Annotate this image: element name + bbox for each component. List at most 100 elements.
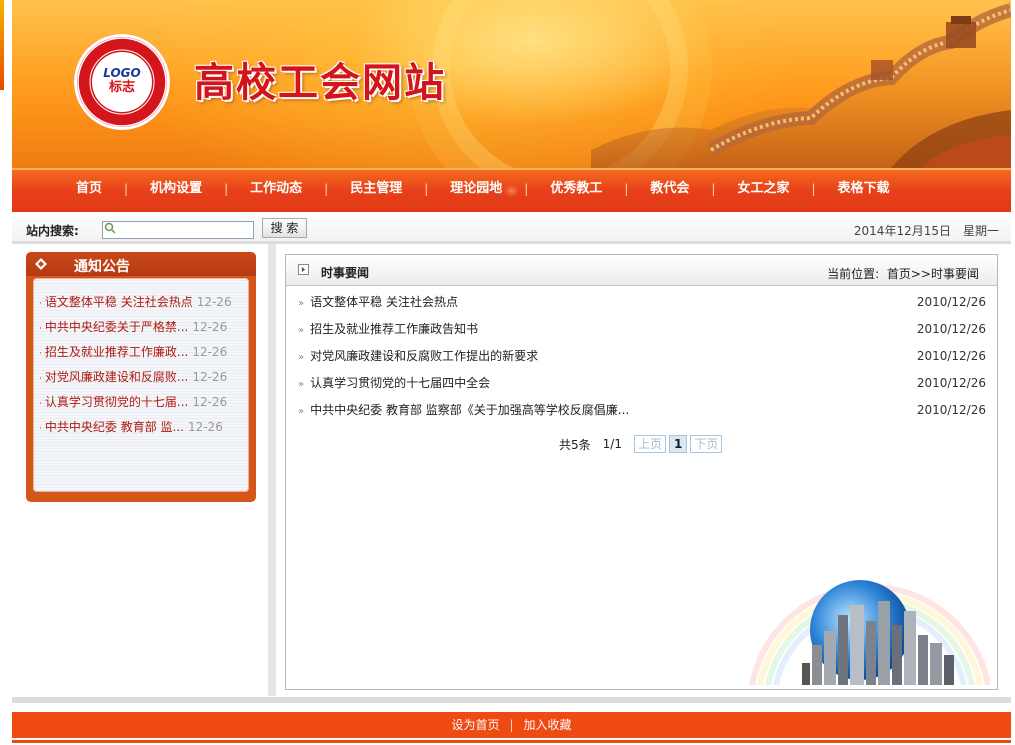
- nav-item-theory[interactable]: 理论园地: [428, 179, 524, 199]
- footer-bottom-line: [12, 740, 1011, 743]
- notice-panel: 通知公告 · 语文整体平稳 关注社会热点 12-26 · 中共中央纪委关于严格禁...…: [26, 252, 256, 502]
- bullet-icon: ·: [39, 349, 42, 359]
- search-bar: 站内搜索: 搜 索 2014年12月15日 星期一: [12, 212, 1011, 244]
- news-item: » 语文整体平稳 关注社会热点 2010/12/26: [298, 290, 986, 317]
- news-date: 2010/12/26: [916, 349, 986, 363]
- news-date: 2010/12/26: [916, 295, 986, 309]
- nav-item-women[interactable]: 女工之家: [715, 179, 811, 199]
- nav-item-organization[interactable]: 机构设置: [128, 179, 224, 199]
- news-link[interactable]: 招生及就业推荐工作廉政告知书: [310, 322, 478, 336]
- add-favorite-link[interactable]: 加入收藏: [524, 718, 572, 732]
- news-date: 2010/12/26: [916, 403, 986, 417]
- notice-date: 12-26: [196, 295, 232, 309]
- notice-link[interactable]: 中共中央纪委关于严格禁...: [45, 320, 188, 334]
- news-item: » 中共中央纪委 教育部 监察部《关于加强高等学校反腐倡廉... 2010/12/2…: [298, 398, 986, 425]
- news-date: 2010/12/26: [916, 376, 986, 390]
- notice-date: 12-26: [192, 320, 228, 334]
- breadcrumb-home-link[interactable]: 首页: [887, 267, 911, 281]
- news-item: » 招生及就业推荐工作廉政告知书 2010/12/26: [298, 317, 986, 344]
- play-icon: [298, 264, 309, 275]
- nav-item-congress[interactable]: 教代会: [628, 179, 711, 199]
- notice-title: 通知公告: [74, 259, 130, 275]
- double-chevron-icon: »: [298, 325, 305, 336]
- notice-item: · 认真学习贯彻党的十七届... 12-26: [39, 390, 232, 415]
- pager-total: 共5条: [559, 437, 591, 452]
- nav-list: 首页 | 机构设置 | 工作动态 | 民主管理 | 理论园地 | 优秀教工 | 教代会 | 女…: [54, 179, 912, 199]
- logo-center: LOGO 标志: [92, 52, 152, 112]
- double-chevron-icon: »: [298, 406, 305, 417]
- news-link[interactable]: 语文整体平稳 关注社会热点: [310, 295, 458, 309]
- breadcrumb-separator: >>: [910, 267, 931, 281]
- header-banner: LOGO 标志 高校工会网站: [12, 0, 1011, 168]
- nav-item-democracy[interactable]: 民主管理: [328, 179, 424, 199]
- news-list: » 语文整体平稳 关注社会热点 2010/12/26 » 招生及就业推荐工作廉政告知书…: [298, 290, 986, 425]
- notice-item: · 中共中央纪委 教育部 监... 12-26: [39, 415, 232, 440]
- news-panel-header: 时事要闻 当前位置: 首页>>时事要闻: [286, 255, 997, 286]
- site-logo[interactable]: LOGO 标志: [74, 34, 170, 130]
- notice-item: · 对党风廉政建设和反腐败... 12-26: [39, 365, 232, 390]
- pager-pages: 1/1: [602, 437, 622, 451]
- set-homepage-link[interactable]: 设为首页: [451, 718, 499, 732]
- bullet-icon: ·: [39, 424, 42, 434]
- news-link[interactable]: 中共中央纪委 教育部 监察部《关于加强高等学校反腐倡廉...: [310, 403, 629, 417]
- notice-header: 通知公告: [26, 252, 256, 276]
- news-panel-title: 时事要闻: [321, 266, 370, 280]
- notice-date: 12-26: [187, 420, 223, 434]
- main-nav: 首页 | 机构设置 | 工作动态 | 民主管理 | 理论园地 | 优秀教工 | 教代会 | 女…: [12, 168, 1011, 212]
- notice-date: 12-26: [192, 345, 228, 359]
- site-title: 高校工会网站: [194, 59, 446, 106]
- notice-link[interactable]: 认真学习贯彻党的十七届...: [45, 395, 188, 409]
- search-icon: [104, 222, 116, 234]
- footer-divider: [12, 697, 1011, 703]
- breadcrumb-label: 当前位置:: [827, 267, 880, 281]
- notice-date: 12-26: [192, 395, 228, 409]
- logo-text-en: LOGO: [103, 66, 141, 80]
- nav-item-work-news[interactable]: 工作动态: [228, 179, 324, 199]
- bullet-icon: ·: [39, 299, 42, 309]
- pager-next-button[interactable]: 下页: [690, 435, 723, 453]
- notice-link[interactable]: 语文整体平稳 关注社会热点: [45, 295, 193, 309]
- footer-separator: |: [509, 718, 514, 732]
- logo-text-cn: 标志: [108, 80, 135, 95]
- pager-current-page[interactable]: 1: [668, 435, 688, 453]
- pager-prev-button[interactable]: 上页: [633, 435, 666, 453]
- notice-list: · 语文整体平稳 关注社会热点 12-26 · 中共中央纪委关于严格禁... 12-26…: [39, 290, 232, 440]
- great-wall-image: [591, 0, 1011, 168]
- search-button[interactable]: 搜 索: [262, 218, 307, 238]
- nav-item-downloads[interactable]: 表格下载: [816, 179, 912, 199]
- footer-bar: 设为首页 | 加入收藏: [12, 712, 1011, 738]
- diamond-icon: [35, 258, 47, 270]
- page-wrapper: LOGO 标志 高校工会网站 首页 | 机构设置 | 工作动态 | 民主管理 | 理论园…: [12, 0, 1011, 745]
- news-date: 2010/12/26: [916, 322, 986, 336]
- nav-item-excellent-staff[interactable]: 优秀教工: [528, 179, 624, 199]
- pagination: 共5条 1/1 上页 1 下页: [559, 435, 725, 453]
- notice-body: · 语文整体平稳 关注社会热点 12-26 · 中共中央纪委关于严格禁... 12-26…: [33, 278, 249, 492]
- double-chevron-icon: »: [298, 379, 305, 390]
- current-date: 2014年12月15日 星期一: [853, 224, 999, 238]
- search-label: 站内搜索:: [26, 224, 79, 238]
- nav-item-home[interactable]: 首页: [54, 179, 124, 199]
- column-divider: [268, 244, 276, 696]
- bullet-icon: ·: [39, 374, 42, 384]
- breadcrumb-current: 时事要闻: [930, 267, 979, 281]
- notice-link[interactable]: 对党风廉政建设和反腐败...: [45, 370, 188, 384]
- bullet-icon: ·: [39, 399, 42, 409]
- breadcrumb: 当前位置: 首页>>时事要闻: [827, 265, 979, 282]
- bullet-icon: ·: [39, 324, 42, 334]
- news-panel: 时事要闻 当前位置: 首页>>时事要闻 » 语文整体平稳 关注社会热点 2010/1…: [285, 254, 998, 690]
- notice-link[interactable]: 中共中央纪委 教育部 监...: [45, 420, 184, 434]
- notice-item: · 语文整体平稳 关注社会热点 12-26: [39, 290, 232, 315]
- news-link[interactable]: 认真学习贯彻党的十七届四中全会: [310, 376, 490, 390]
- notice-item: · 中共中央纪委关于严格禁... 12-26: [39, 315, 232, 340]
- double-chevron-icon: »: [298, 352, 305, 363]
- notice-date: 12-26: [192, 370, 228, 384]
- news-item: » 对党风廉政建设和反腐败工作提出的新要求 2010/12/26: [298, 344, 986, 371]
- notice-link[interactable]: 招生及就业推荐工作廉政...: [45, 345, 188, 359]
- left-edge-decoration: [0, 0, 4, 90]
- notice-item: · 招生及就业推荐工作廉政... 12-26: [39, 340, 232, 365]
- search-input[interactable]: [102, 221, 254, 239]
- city-globe-illustration: [749, 580, 990, 685]
- news-link[interactable]: 对党风廉政建设和反腐败工作提出的新要求: [310, 349, 538, 363]
- double-chevron-icon: »: [298, 298, 305, 309]
- news-item: » 认真学习贯彻党的十七届四中全会 2010/12/26: [298, 371, 986, 398]
